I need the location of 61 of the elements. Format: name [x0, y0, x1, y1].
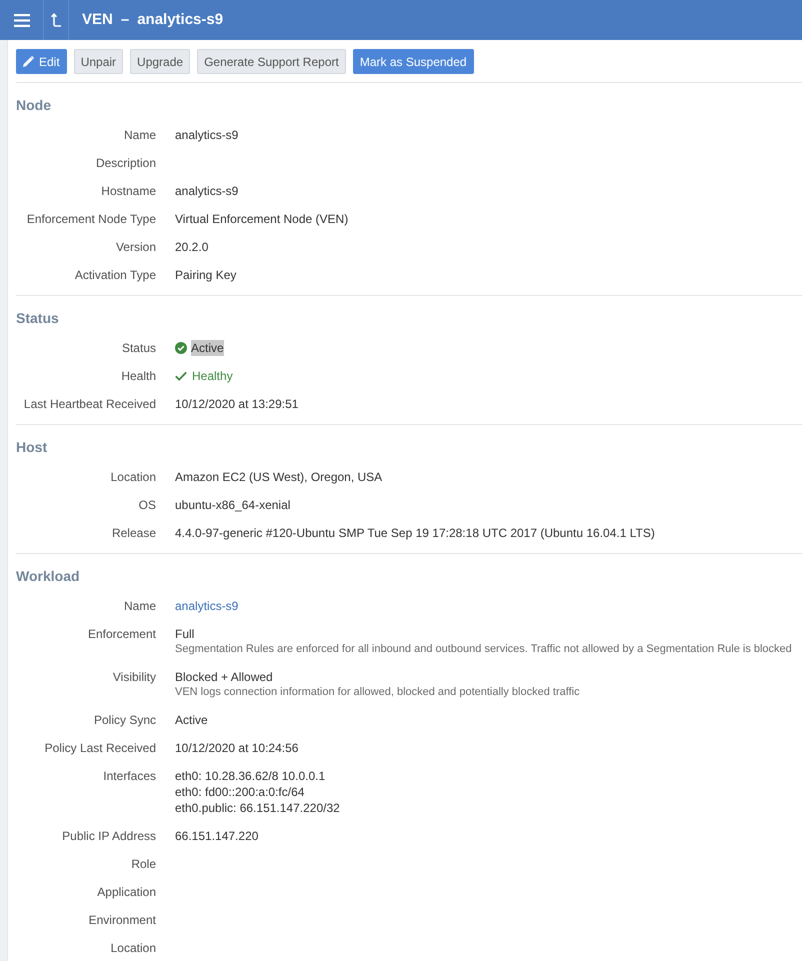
check-circle-icon: [175, 342, 187, 354]
health-value: Healthy: [192, 368, 233, 384]
field-label: Enforcement Node Type: [26, 211, 156, 227]
field-label: Description: [96, 155, 156, 171]
check-icon: [175, 371, 187, 381]
page-title: VEN: [82, 10, 113, 30]
field-value: 10/12/2020 at 13:29:51: [175, 396, 298, 412]
field-label: Location: [110, 940, 156, 956]
status-value: Active: [191, 340, 224, 356]
field-value: Full: [175, 626, 196, 642]
field-label: Status: [122, 340, 156, 356]
field-label: Last Heartbeat Received: [24, 396, 156, 412]
menu-icon[interactable]: [14, 14, 30, 26]
toolbar-button[interactable]: Edit: [16, 49, 67, 74]
field-value: Amazon EC2 (US West), Oregon, USA: [175, 469, 382, 485]
field-label: Location: [110, 469, 156, 485]
field-description: VEN logs connection information for allowed, blocked and potentially blocked traffic: [175, 685, 580, 700]
field-label: Policy Sync: [94, 712, 156, 728]
interface-address: eth0: 10.28.36.62/8 10.0.0.1: [175, 768, 326, 784]
section-title: Workload: [16, 568, 80, 584]
field-label: Name: [124, 598, 156, 614]
field-value: Active: [175, 712, 208, 728]
corner-up-arrow-icon[interactable]: [50, 13, 62, 27]
field-value: analytics-s9: [175, 183, 238, 199]
field-label: Enforcement: [88, 626, 156, 643]
toolbar-button[interactable]: Generate Support Report: [197, 49, 346, 74]
field-label: Application: [97, 884, 156, 900]
field-label: Name: [124, 127, 156, 143]
field-label: Public IP Address: [62, 828, 156, 844]
workload-name-link[interactable]: analytics-s9: [175, 598, 238, 614]
toolbar-button[interactable]: Unpair: [74, 49, 124, 74]
field-label: Interfaces: [103, 768, 156, 785]
field-description: Segmentation Rules are enforced for all inbound and outbound services. Traffic not allowed by a Segmentation Rule is blocked: [175, 642, 792, 657]
field-label: Hostname: [101, 183, 156, 199]
toolbar-button[interactable]: Mark as Suspended: [352, 49, 474, 74]
field-value: 20.2.0: [175, 239, 208, 255]
field-label: Role: [131, 856, 156, 872]
field-label: Activation Type: [74, 267, 156, 283]
field-value: analytics-s9: [175, 127, 238, 143]
section-title: Status: [16, 310, 59, 326]
title-separator: –: [120, 10, 130, 30]
field-value: 10/12/2020 at 10:24:56: [175, 740, 298, 756]
node-name-title: analytics-s9: [137, 10, 224, 30]
field-value: Virtual Enforcement Node (VEN): [175, 211, 348, 227]
interface-address: eth0.public: 66.151.147.220/32: [175, 800, 340, 816]
interface-address: eth0: fd00::200:a:0:fc/64: [175, 784, 306, 800]
field-label: Environment: [88, 912, 156, 928]
field-label: OS: [138, 497, 156, 513]
toolbar-button[interactable]: Upgrade: [130, 49, 190, 74]
field-label: Visibility: [112, 669, 156, 686]
field-value: 66.151.147.220: [175, 828, 258, 844]
field-label: Release: [112, 525, 156, 541]
field-value: 4.4.0-97-generic #120-Ubuntu SMP Tue Sep 19 17:28:18 UTC 2017 (Ubuntu 16.04.1 LTS): [175, 525, 655, 541]
field-value: ubuntu-x86_64-xenial: [175, 497, 290, 513]
section-title: Host: [16, 439, 48, 455]
field-value: Blocked + Allowed: [175, 669, 274, 685]
field-value: Pairing Key: [175, 267, 236, 283]
field-label: Health: [121, 368, 156, 384]
field-label: Version: [116, 239, 156, 255]
section-title: Node: [16, 97, 51, 113]
field-label: Policy Last Received: [44, 740, 156, 756]
